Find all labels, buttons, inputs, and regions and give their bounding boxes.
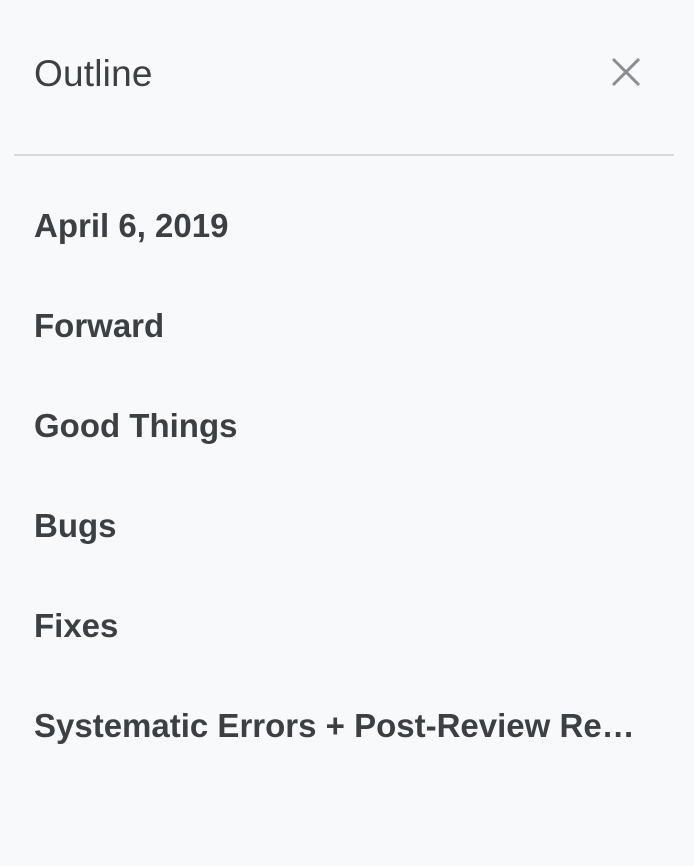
outline-item-systematic-errors[interactable]: Systematic Errors + Post-Review Reflecti… [0,676,694,776]
outline-list: April 6, 2019 Forward Good Things Bugs F… [0,176,694,776]
outline-item-label: Good Things [34,407,238,444]
outline-item-forward[interactable]: Forward [0,276,694,376]
outline-item-label: Systematic Errors + Post-Review Reflecti… [34,707,644,744]
close-icon [611,57,641,87]
panel-title: Outline [34,53,153,94]
outline-item-label: Forward [34,307,165,344]
close-button[interactable] [600,46,652,98]
outline-item-good-things[interactable]: Good Things [0,376,694,476]
outline-item-label: Fixes [34,607,119,644]
outline-panel: Outline April 6, 2019 Forward Good Thing… [0,0,694,866]
outline-item-label: April 6, 2019 [34,207,229,244]
outline-item-label: Bugs [34,507,117,544]
outline-item-date[interactable]: April 6, 2019 [0,176,694,276]
outline-item-bugs[interactable]: Bugs [0,476,694,576]
outline-item-fixes[interactable]: Fixes [0,576,694,676]
header-divider [14,154,674,156]
outline-header: Outline [0,0,694,155]
